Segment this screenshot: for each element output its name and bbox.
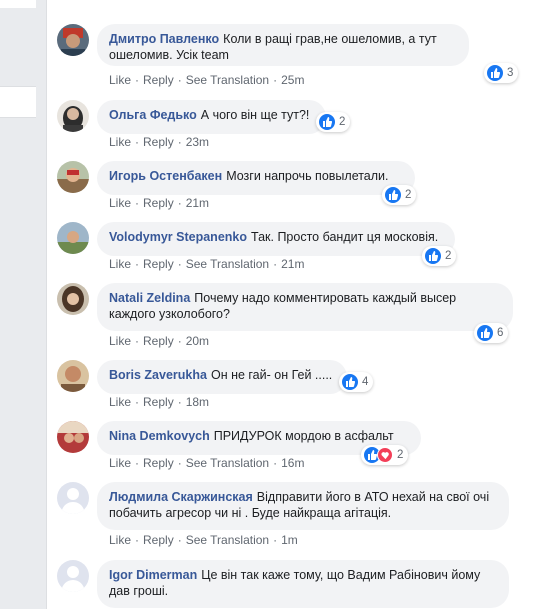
reply-link[interactable]: Reply: [143, 73, 174, 87]
reply-link[interactable]: Reply: [143, 533, 174, 547]
reaction-count: 2: [397, 449, 404, 461]
avatar[interactable]: [57, 222, 89, 254]
like-link[interactable]: Like: [109, 196, 131, 210]
like-icon: [477, 325, 493, 341]
comment-author[interactable]: Игорь Остенбакен: [109, 169, 222, 183]
comment-author[interactable]: Ольга Федько: [109, 108, 197, 122]
comment-actions: Like · Reply · 18m: [109, 395, 210, 409]
comment-actions: Like · Reply · 20m: [109, 334, 210, 348]
see-translation-link[interactable]: See Translation: [186, 257, 269, 271]
reply-link[interactable]: Reply: [143, 456, 174, 470]
comment-timestamp[interactable]: 23m: [186, 135, 209, 149]
avatar[interactable]: [57, 482, 89, 514]
comment-bubble: Natali Zeldina Почему надо комментировать…: [97, 283, 513, 331]
comment-actions: Like · Reply · 23m: [109, 135, 210, 149]
comment-bubble: Людмила Скаржинская Відправити його в АТО…: [97, 482, 509, 530]
reply-link[interactable]: Reply: [143, 334, 174, 348]
avatar[interactable]: [57, 100, 89, 132]
comment-text: А чого він ще тут?!: [200, 108, 310, 122]
reply-link[interactable]: Reply: [143, 196, 174, 210]
reaction-summary[interactable]: 2: [382, 185, 417, 205]
comment-timestamp[interactable]: 16m: [281, 456, 304, 470]
avatar[interactable]: [57, 161, 89, 193]
like-icon: [319, 114, 335, 130]
like-link[interactable]: Like: [109, 456, 131, 470]
comment-text: Мозги напрочь повылетали.: [226, 169, 389, 183]
comment-actions: Like · Reply · See Translation · 21m: [109, 257, 305, 271]
comment-timestamp[interactable]: 20m: [186, 334, 209, 348]
sidebar-panel: [0, 86, 36, 118]
comment-text: ПРИДУРОК мордою в асфальт: [213, 429, 394, 443]
reaction-summary[interactable]: 3: [484, 63, 519, 83]
like-icon: [425, 248, 441, 264]
comment-text: Так. Просто бандит ця московія.: [251, 230, 439, 244]
see-translation-link[interactable]: See Translation: [186, 456, 269, 470]
comment-text: Он не гай- он Гей .....: [210, 368, 333, 382]
reaction-count: 6: [497, 327, 504, 339]
reaction-summary[interactable]: 2: [422, 246, 457, 266]
comment-bubble: Igor Dimerman Це він так каже тому, що Ва…: [97, 560, 509, 608]
comment-bubble: Дмитро Павленко Коли в ращі грав,не ошело…: [97, 24, 469, 66]
comment-author[interactable]: Дмитро Павленко: [109, 32, 219, 46]
comment-timestamp[interactable]: 18m: [186, 395, 209, 409]
reaction-summary[interactable]: 2: [316, 112, 351, 132]
like-link[interactable]: Like: [109, 257, 131, 271]
reaction-summary[interactable]: 4: [339, 372, 374, 392]
like-link[interactable]: Like: [109, 334, 131, 348]
see-translation-link[interactable]: See Translation: [186, 73, 269, 87]
comment-author[interactable]: Volodymyr Stepanenko: [109, 230, 247, 244]
comment-author[interactable]: Igor Dimerman: [109, 568, 197, 582]
comments-list: Дмитро Павленко Коли в ращі грав,не ошело…: [47, 0, 534, 609]
like-link[interactable]: Like: [109, 73, 131, 87]
avatar[interactable]: [57, 421, 89, 453]
comment-author[interactable]: Boris Zaverukha: [109, 368, 207, 382]
reaction-summary[interactable]: 6: [474, 323, 509, 343]
reply-link[interactable]: Reply: [143, 257, 174, 271]
reaction-summary[interactable]: 2: [361, 445, 409, 465]
avatar[interactable]: [57, 283, 89, 315]
reaction-count: 3: [507, 67, 514, 79]
avatar[interactable]: [57, 560, 89, 592]
comment-bubble: Boris Zaverukha Он не гай- он Гей .....: [97, 360, 347, 394]
comment-author[interactable]: Nina Demkovych: [109, 429, 210, 443]
avatar[interactable]: [57, 360, 89, 392]
love-icon: [377, 447, 393, 463]
comment-author[interactable]: Natali Zeldina: [109, 291, 190, 305]
comment-timestamp[interactable]: 21m: [186, 196, 209, 210]
comment-actions: Like · Reply · See Translation · 1m: [109, 533, 298, 547]
reaction-count: 2: [445, 250, 452, 262]
comment-bubble: Игорь Остенбакен Мозги напрочь повылетали…: [97, 161, 415, 195]
see-translation-link[interactable]: See Translation: [186, 533, 269, 547]
comment-actions: Like · Reply · See Translation · 16m: [109, 456, 305, 470]
comment-timestamp[interactable]: 1m: [281, 533, 298, 547]
comment-actions: Like · Reply · 21m: [109, 196, 210, 210]
comment-bubble: Volodymyr Stepanenko Так. Просто бандит ц…: [97, 222, 455, 256]
reaction-count: 2: [339, 116, 346, 128]
comment-actions: Like · Reply · See Translation · 25m: [109, 73, 305, 87]
sidebar-panel: [0, 0, 36, 8]
comment-author[interactable]: Людмила Скаржинская: [109, 490, 253, 504]
like-link[interactable]: Like: [109, 395, 131, 409]
comment-bubble: Ольга Федько А чого він ще тут?!: [97, 100, 326, 134]
reply-link[interactable]: Reply: [143, 135, 174, 149]
like-icon: [385, 187, 401, 203]
like-icon: [487, 65, 503, 81]
like-link[interactable]: Like: [109, 135, 131, 149]
avatar[interactable]: [57, 24, 89, 56]
reaction-count: 2: [405, 189, 412, 201]
like-link[interactable]: Like: [109, 533, 131, 547]
like-icon: [342, 374, 358, 390]
comment-timestamp[interactable]: 25m: [281, 73, 304, 87]
reaction-count: 4: [362, 376, 369, 388]
comment-timestamp[interactable]: 21m: [281, 257, 304, 271]
reply-link[interactable]: Reply: [143, 395, 174, 409]
left-sidebar: [0, 0, 47, 609]
